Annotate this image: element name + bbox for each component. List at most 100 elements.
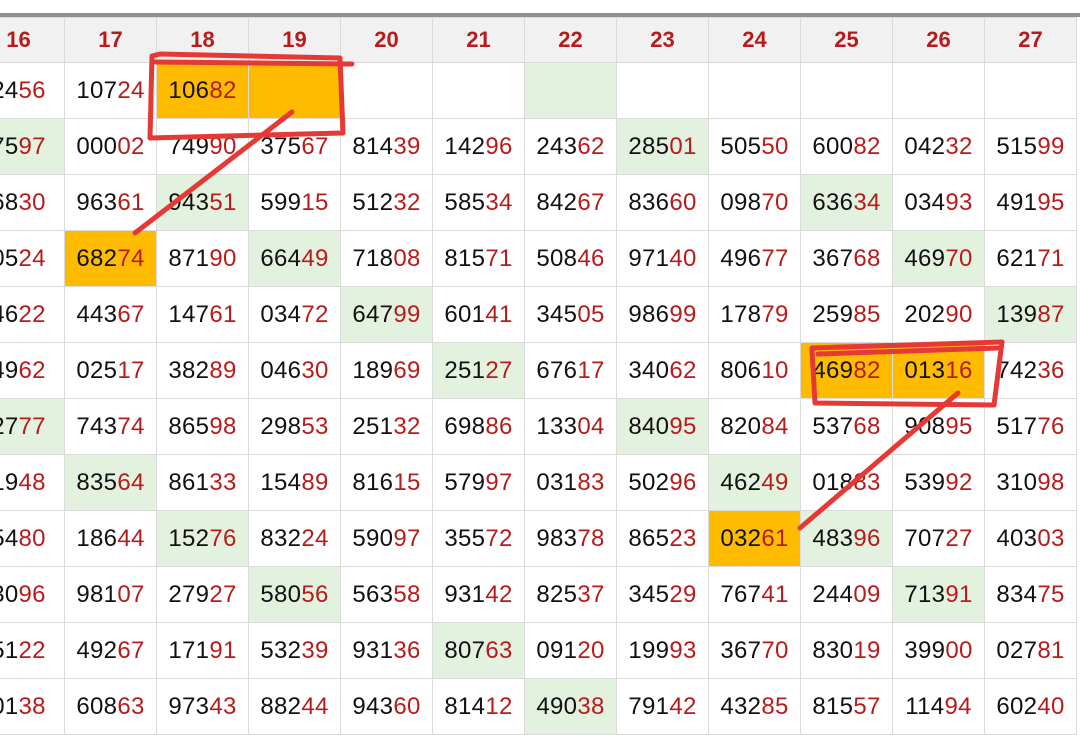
cell-digits-lead: 973 bbox=[168, 692, 210, 720]
cell-digits-lead: 767 bbox=[720, 580, 762, 608]
cell-digits-tail: 03 bbox=[1037, 524, 1065, 552]
table-row: 2777743748659829853251326988613304840958… bbox=[0, 398, 1077, 455]
cell-digits-tail: 40 bbox=[1037, 692, 1065, 720]
cell-digits-tail: 76 bbox=[209, 524, 237, 552]
cell-digits-tail: 76 bbox=[1037, 412, 1065, 440]
cell-digits-lead: 815 bbox=[812, 692, 854, 720]
cell-digits-lead: 018 bbox=[812, 468, 854, 496]
cell-digits-tail: 87 bbox=[1037, 300, 1065, 328]
cell-digits-tail: 86 bbox=[485, 412, 513, 440]
cell-digits-tail: 23 bbox=[669, 524, 697, 552]
cell-digits-lead: 707 bbox=[904, 524, 946, 552]
cell-digits-tail: 64 bbox=[117, 468, 145, 496]
table-cell: 82537 bbox=[524, 566, 617, 623]
table-cell: 43285 bbox=[708, 678, 801, 735]
table-cell: 97343 bbox=[156, 678, 249, 735]
table-cell: 53768 bbox=[800, 398, 893, 455]
cell-digits-tail: 99 bbox=[393, 300, 421, 328]
cell-digits-lead: 682 bbox=[76, 244, 118, 272]
cell-digits-tail: 99 bbox=[669, 300, 697, 328]
cell-digits-lead: 27 bbox=[0, 412, 19, 440]
table-cell: 38289 bbox=[156, 342, 249, 399]
table-cell: 34062 bbox=[616, 342, 709, 399]
table-cell: 51776 bbox=[984, 398, 1077, 455]
table-cell: 24409 bbox=[800, 566, 893, 623]
cell-digits-tail: 81 bbox=[1037, 636, 1065, 664]
cell-digits-tail: 22 bbox=[18, 636, 46, 664]
table-cell: 74236 bbox=[984, 342, 1077, 399]
column-header-17: 17 bbox=[64, 17, 157, 63]
table-cell: 25985 bbox=[800, 286, 893, 343]
cell-digits-tail: 41 bbox=[761, 580, 789, 608]
table-cell: 5480 bbox=[0, 510, 65, 567]
cell-digits-tail: 32 bbox=[393, 412, 421, 440]
cell-digits-lead: 585 bbox=[444, 188, 486, 216]
cell-digits-tail: 40 bbox=[669, 244, 697, 272]
cell-digits-lead: 107 bbox=[76, 76, 118, 104]
table-cell: 81571 bbox=[432, 230, 525, 287]
cell-digits-lead: 189 bbox=[352, 356, 394, 384]
table-cell: 90895 bbox=[892, 398, 985, 455]
table-body: 2456107241068275970000274990375678143914… bbox=[0, 62, 1077, 735]
cell-digits-lead: 432 bbox=[720, 692, 762, 720]
cell-digits-lead: 835 bbox=[76, 468, 118, 496]
cell-digits-lead: 462 bbox=[720, 468, 762, 496]
cell-digits-tail: 67 bbox=[117, 636, 145, 664]
cell-digits-tail: 27 bbox=[485, 356, 513, 384]
table-cell: 2456 bbox=[0, 62, 65, 119]
cell-digits-lead: 931 bbox=[444, 580, 486, 608]
cell-digits-tail: 97 bbox=[393, 524, 421, 552]
cell-digits-lead: 298 bbox=[260, 412, 302, 440]
cell-digits-lead: 814 bbox=[352, 132, 394, 160]
cell-digits-tail: 75 bbox=[1037, 580, 1065, 608]
cell-digits-lead: 443 bbox=[76, 300, 118, 328]
cell-digits-lead: 19 bbox=[0, 468, 19, 496]
cell-digits-tail: 04 bbox=[577, 412, 605, 440]
table-cell: 15489 bbox=[248, 454, 341, 511]
cell-digits-tail: 83 bbox=[853, 468, 881, 496]
table-cell: 27927 bbox=[156, 566, 249, 623]
table-cell: 04630 bbox=[248, 342, 341, 399]
table-cell: 59915 bbox=[248, 174, 341, 231]
cell-digits-tail: 01 bbox=[669, 132, 697, 160]
cell-digits-lead: 399 bbox=[904, 636, 946, 664]
cell-digits-lead: 537 bbox=[812, 412, 854, 440]
cell-digits-lead: 579 bbox=[444, 468, 486, 496]
cell-digits-lead: 698 bbox=[444, 412, 486, 440]
cell-digits-tail: 97 bbox=[18, 132, 46, 160]
cell-digits-lead: 830 bbox=[812, 636, 854, 664]
cell-digits-tail: 69 bbox=[393, 356, 421, 384]
cell-digits-lead: 367 bbox=[812, 244, 854, 272]
cell-digits-tail: 05 bbox=[577, 300, 605, 328]
cell-digits-lead: 676 bbox=[536, 356, 578, 384]
table-cell: 34529 bbox=[616, 566, 709, 623]
cell-digits-lead: 285 bbox=[628, 132, 670, 160]
cell-digits-tail: 41 bbox=[485, 300, 513, 328]
table-cell: 53992 bbox=[892, 454, 985, 511]
cell-digits-tail: 98 bbox=[209, 412, 237, 440]
cell-digits-tail: 85 bbox=[761, 692, 789, 720]
highlighted-cell: 03261 bbox=[708, 510, 801, 567]
table-cell: 53239 bbox=[248, 622, 341, 679]
table-cell: 81557 bbox=[800, 678, 893, 735]
highlighted-cell: 68274 bbox=[64, 230, 157, 287]
cell-digits-lead: 01 bbox=[0, 692, 19, 720]
table-cell: 00002 bbox=[64, 118, 157, 175]
table-cell: 4622 bbox=[0, 286, 65, 343]
column-header-26: 26 bbox=[892, 17, 985, 63]
table-cell: 09870 bbox=[708, 174, 801, 231]
column-header-21: 21 bbox=[432, 17, 525, 63]
cell-digits-tail: 61 bbox=[209, 300, 237, 328]
table-cell: 51232 bbox=[340, 174, 433, 231]
cell-digits-tail: 77 bbox=[761, 244, 789, 272]
table-row: 7597000027499037567814391429624362285015… bbox=[0, 118, 1077, 175]
table-cell: 83224 bbox=[248, 510, 341, 567]
table-row: 24561072410682 bbox=[0, 62, 1077, 119]
cell-digits-tail: 19 bbox=[853, 636, 881, 664]
table-cell bbox=[800, 62, 893, 119]
cell-digits-tail: 30 bbox=[18, 188, 46, 216]
table-cell: 13304 bbox=[524, 398, 617, 455]
cell-digits-tail: 96 bbox=[485, 132, 513, 160]
cell-digits-lead: 647 bbox=[352, 300, 394, 328]
cell-digits-tail: 15 bbox=[301, 188, 329, 216]
